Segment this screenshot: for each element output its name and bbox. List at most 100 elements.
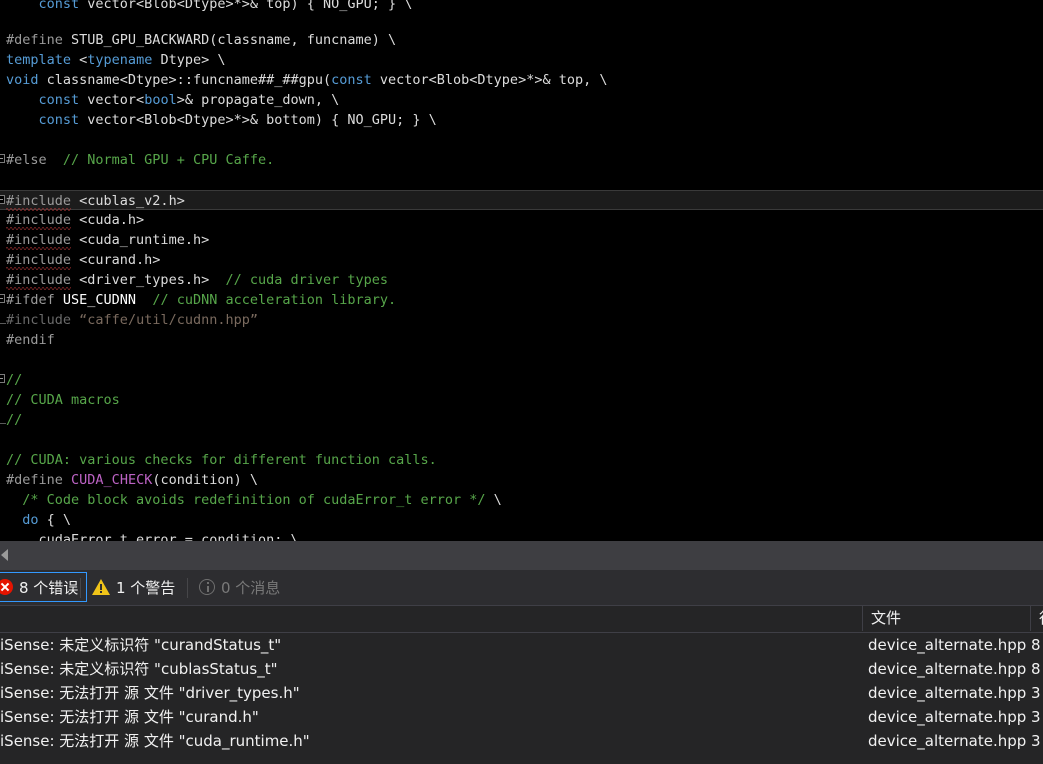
- warning-icon: [92, 579, 110, 595]
- error-icon: [0, 579, 13, 595]
- code-line[interactable]: [0, 430, 1043, 450]
- error-description-cell: iSense: 无法打开 源 文件 "cuda_runtime.h": [0, 732, 310, 750]
- code-token: /* Code block avoids redefinition of cud…: [22, 492, 486, 508]
- code-line[interactable]: do { \: [0, 510, 1043, 530]
- error-list-panel: 8 个错误 1 个警告 0 个消息 文件 行 iSense: 未定义标识符 "c…: [0, 570, 1043, 764]
- code-line[interactable]: [0, 350, 1043, 370]
- code-token: #ifdef: [6, 292, 55, 308]
- code-token: do: [22, 512, 39, 528]
- code-line[interactable]: const vector<Blob<Dtype>*>& top) { NO_GP…: [0, 0, 1043, 11]
- column-header-file[interactable]: 文件: [862, 606, 1030, 631]
- code-token: //: [6, 372, 23, 388]
- error-list-row[interactable]: iSense: 无法打开 源 文件 "driver_types.h" device…: [0, 681, 1043, 705]
- error-file-cell: device_alternate.hpp: [868, 684, 1027, 702]
- code-line[interactable]: #include <cuda.h>: [0, 210, 1043, 230]
- scroll-left-arrow-icon[interactable]: [1, 549, 8, 561]
- code-token: template: [6, 52, 72, 68]
- code-line[interactable]: // CUDA: various checks for different fu…: [0, 450, 1043, 470]
- code-line[interactable]: #include <curand.h>: [0, 250, 1043, 270]
- code-token-error: #include: [6, 232, 72, 248]
- code-line[interactable]: // CUDA macros: [0, 390, 1043, 410]
- code-line[interactable]: void classname<Dtype>::funcname##_##gpu(…: [0, 70, 1043, 90]
- code-token: const: [38, 92, 80, 108]
- error-line-cell: 3: [1031, 732, 1041, 750]
- code-line[interactable]: template <typename Dtype> \: [0, 50, 1043, 70]
- error-file-cell: device_alternate.hpp: [868, 708, 1027, 726]
- warning-count-filter-button[interactable]: 1 个警告: [84, 572, 183, 602]
- code-token-error: #include: [6, 193, 72, 209]
- code-line[interactable]: const vector<Blob<Dtype>*>& bottom) { NO…: [0, 110, 1043, 130]
- code-token: <cuda_runtime.h>: [71, 232, 210, 248]
- message-count-label: 0 个消息: [221, 578, 281, 597]
- code-token-error: #include: [6, 212, 72, 228]
- message-count-filter-button[interactable]: 0 个消息: [191, 572, 288, 602]
- code-token: >& propagate_down, \: [176, 92, 340, 108]
- code-token: (condition) \: [152, 472, 258, 488]
- code-line[interactable]: [0, 170, 1043, 190]
- code-token: const: [38, 112, 80, 128]
- code-token: // cuda driver types: [209, 272, 389, 288]
- code-line[interactable]: #define STUB_GPU_BACKWARD(classname, fun…: [0, 30, 1043, 50]
- code-token: vector<Blob<Dtype>*>& bottom) { NO_GPU; …: [79, 112, 437, 128]
- error-description-cell: iSense: 无法打开 源 文件 "driver_types.h": [0, 684, 300, 702]
- code-token: USE_CUDNN: [54, 292, 137, 308]
- error-line-cell: 8: [1031, 636, 1041, 654]
- error-list-rows: iSense: 未定义标识符 "curandStatus_t" device_al…: [0, 633, 1043, 764]
- code-line[interactable]: #endif: [0, 330, 1043, 350]
- code-token: <cuda.h>: [71, 212, 145, 228]
- code-token: // CUDA: various checks for different fu…: [6, 452, 437, 468]
- error-description-cell: iSense: 未定义标识符 "curandStatus_t": [0, 636, 282, 654]
- error-file-cell: device_alternate.hpp: [868, 732, 1027, 750]
- code-token: <curand.h>: [71, 252, 161, 268]
- code-line[interactable]: [0, 10, 1043, 30]
- code-token: STUB_GPU_BACKWARD(classname, funcname) \: [62, 32, 397, 48]
- code-token: #define: [6, 472, 63, 488]
- column-header-line[interactable]: 行: [1030, 606, 1043, 631]
- code-line[interactable]: #include <cublas_v2.h>: [0, 190, 1043, 210]
- code-token: <: [71, 52, 88, 68]
- code-token: <cublas_v2.h>: [71, 193, 185, 209]
- code-line[interactable]: #ifdef USE_CUDNN // cuDNN acceleration l…: [0, 290, 1043, 310]
- code-line[interactable]: //: [0, 370, 1043, 390]
- code-line[interactable]: const vector<bool>& propagate_down, \: [0, 90, 1043, 110]
- code-token: bool: [144, 92, 177, 108]
- error-list-row[interactable]: iSense: 未定义标识符 "cublasStatus_t" device_al…: [0, 657, 1043, 681]
- code-token: //: [6, 412, 23, 428]
- code-editor[interactable]: const vector<Blob<Dtype>*>& top) { NO_GP…: [0, 0, 1043, 545]
- code-line[interactable]: #include <driver_types.h> // cuda driver…: [0, 270, 1043, 290]
- code-token: // Normal GPU + CPU Caffe.: [62, 152, 275, 168]
- error-count-filter-button[interactable]: 8 个错误: [0, 572, 88, 602]
- fold-collapse-icon[interactable]: [0, 374, 5, 383]
- code-token: classname<Dtype>::funcname##_##gpu(: [38, 72, 332, 88]
- code-token: vector<Blob<Dtype>*>& top, \: [371, 72, 608, 88]
- error-file-cell: device_alternate.hpp: [868, 636, 1027, 654]
- code-line[interactable]: cudaError_t error = condition; \: [0, 530, 1043, 545]
- code-token: { \: [38, 512, 72, 528]
- error-line-cell: 3: [1031, 684, 1041, 702]
- fold-collapse-icon[interactable]: [0, 154, 5, 163]
- error-list-row[interactable]: iSense: 未定义标识符 "curandStatus_t" device_al…: [0, 633, 1043, 657]
- fold-collapse-icon[interactable]: [0, 294, 5, 303]
- code-token: const: [331, 72, 372, 88]
- editor-horizontal-scrollbar[interactable]: [0, 541, 1043, 570]
- code-line[interactable]: #include “caffe/util/cudnn.hpp”: [0, 310, 1043, 330]
- code-line[interactable]: #else // Normal GPU + CPU Caffe.: [0, 150, 1043, 170]
- code-line[interactable]: #define CUDA_CHECK(condition) \: [0, 470, 1043, 490]
- code-line[interactable]: [0, 130, 1043, 150]
- code-token: \: [485, 492, 502, 508]
- code-line[interactable]: //: [0, 410, 1043, 430]
- fold-region-end-marker: [0, 423, 6, 424]
- error-description-cell: iSense: 未定义标识符 "cublasStatus_t": [0, 660, 278, 678]
- error-count-label: 8 个错误: [19, 578, 79, 597]
- error-list-row[interactable]: iSense: 无法打开 源 文件 "cuda_runtime.h" device…: [0, 729, 1043, 753]
- code-line[interactable]: #include <cuda_runtime.h>: [0, 230, 1043, 250]
- error-list-row[interactable]: iSense: 无法打开 源 文件 "curand.h" device_alter…: [0, 705, 1043, 729]
- fold-collapse-icon[interactable]: [0, 195, 5, 204]
- code-line[interactable]: /* Code block avoids redefinition of cud…: [0, 490, 1043, 510]
